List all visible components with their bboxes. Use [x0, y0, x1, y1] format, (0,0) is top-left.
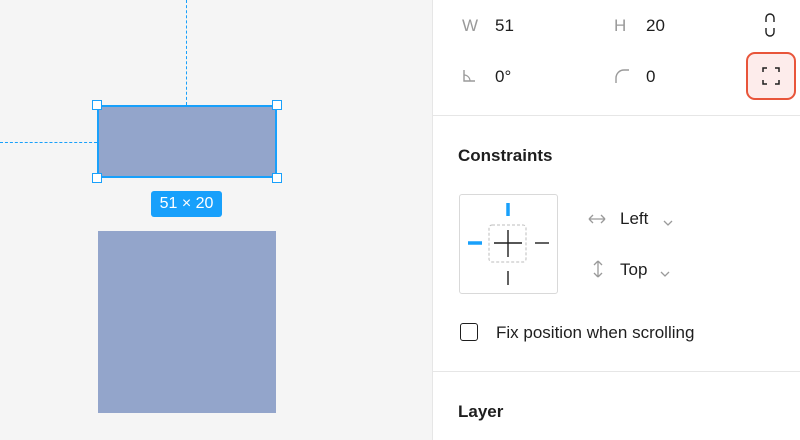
fix-position-label[interactable]: Fix position when scrolling	[496, 323, 694, 343]
corner-radius-icon	[614, 69, 630, 88]
constraints-widget[interactable]	[459, 194, 558, 294]
horizontal-constraint-value: Left	[620, 209, 649, 228]
vertical-constraint-value: Top	[620, 260, 648, 279]
chevron-down-icon	[660, 265, 670, 283]
properties-panel: W 51 H 20 0° 0 Constraints Left Top Fix …	[432, 0, 800, 440]
clip-content-button[interactable]	[746, 52, 796, 100]
height-label: H	[614, 16, 627, 35]
angle-icon	[462, 69, 476, 88]
arrows-horizontal-icon	[588, 212, 606, 230]
width-label: W	[462, 16, 479, 35]
layer-title: Layer	[458, 402, 504, 421]
height-value[interactable]: 20	[646, 16, 665, 36]
selected-rectangle[interactable]	[97, 105, 277, 178]
rotation-value[interactable]: 0°	[495, 67, 511, 87]
section-divider	[433, 115, 800, 116]
selection-size-label: 51 × 20	[151, 191, 222, 217]
width-value[interactable]: 51	[495, 16, 514, 36]
clip-content-icon	[762, 67, 780, 90]
constraints-title: Constraints	[458, 146, 553, 165]
chevron-down-icon	[663, 214, 673, 232]
link-proportions-icon[interactable]	[763, 12, 777, 43]
arrows-vertical-icon	[592, 260, 604, 283]
design-canvas[interactable]: 51 × 20	[0, 0, 432, 440]
vertical-distance-guide	[186, 0, 187, 105]
fix-position-checkbox[interactable]	[460, 323, 478, 341]
resize-handle-top-left[interactable]	[92, 100, 102, 110]
resize-handle-top-right[interactable]	[272, 100, 282, 110]
section-divider	[433, 371, 800, 372]
resize-handle-bottom-left[interactable]	[92, 173, 102, 183]
resize-handle-bottom-right[interactable]	[272, 173, 282, 183]
horizontal-distance-guide	[0, 142, 97, 143]
corner-radius-value[interactable]: 0	[646, 67, 655, 87]
square-shape[interactable]	[98, 231, 276, 413]
